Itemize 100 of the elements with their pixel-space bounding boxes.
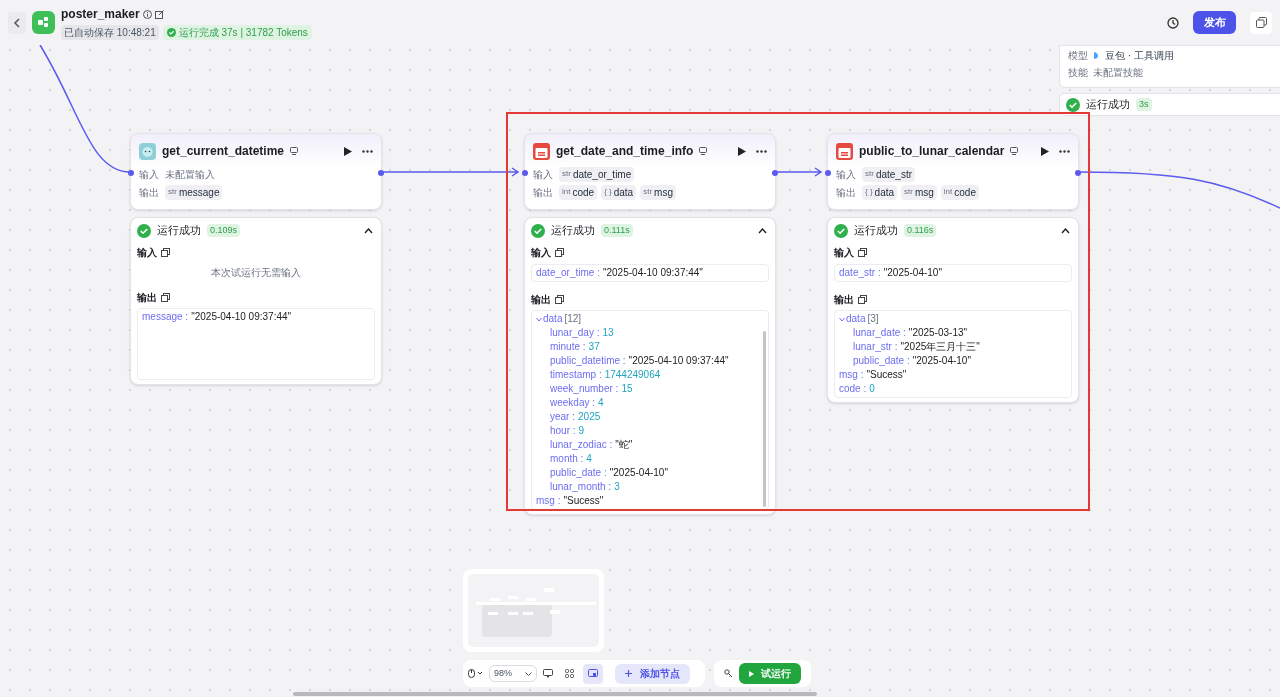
json-key: month :: [550, 452, 584, 466]
duplicate-button[interactable]: [1250, 11, 1272, 34]
back-button[interactable]: [8, 11, 26, 34]
copy-icon[interactable]: [161, 248, 170, 257]
more-icon[interactable]: [756, 149, 767, 153]
chevron-up-icon[interactable]: [1061, 227, 1070, 234]
json-value: "2025-04-10": [609, 466, 668, 480]
json-key: date_or_time :: [536, 266, 600, 280]
type-label: { }: [865, 186, 873, 198]
model-name: 豆包 · 工具调用: [1105, 49, 1174, 63]
play-icon[interactable]: [1041, 146, 1049, 156]
comment-icon[interactable]: [543, 669, 553, 678]
json-key: msg :: [536, 494, 561, 508]
grid-icon[interactable]: [565, 669, 574, 678]
minimap-toggle-button[interactable]: [583, 663, 603, 684]
success-check-icon: [834, 223, 848, 238]
io-label: 输入: [533, 167, 554, 182]
type-label: str: [865, 168, 874, 180]
mouse-icon[interactable]: [468, 669, 483, 678]
json-key: hour :: [550, 424, 576, 438]
node-card[interactable]: public_to_lunar_calendar 输入 str date_str 输出 { } data str msg int code: [827, 133, 1079, 210]
horizontal-scrollbar[interactable]: [293, 692, 817, 696]
edit-icon[interactable]: [154, 9, 164, 19]
app-logo-icon: [32, 11, 55, 34]
chevron-left-icon: [13, 17, 21, 28]
chevron-down-icon[interactable]: [536, 316, 542, 322]
input-port[interactable]: [128, 170, 134, 176]
json-value: 2025: [578, 410, 601, 424]
empty-input-text: 未配置输入: [165, 167, 215, 182]
copy-icon[interactable]: [858, 295, 867, 304]
run-status-text: 运行成功: [1086, 97, 1130, 113]
caret-icon: [525, 671, 532, 676]
json-value: 13: [602, 326, 614, 340]
type-label: str: [168, 186, 177, 198]
json-key: weekday :: [550, 396, 596, 410]
json-value: 4: [586, 452, 592, 466]
json-value: "2025-04-10": [912, 354, 971, 368]
output-port[interactable]: [772, 170, 778, 176]
json-value: "Sucess": [563, 494, 604, 508]
io-label: 输入: [139, 167, 160, 182]
json-value: "蛇": [615, 438, 633, 452]
input-port[interactable]: [522, 170, 528, 176]
json-value: "2025年三月十三": [900, 340, 980, 354]
json-key: lunar_day :: [550, 326, 600, 340]
calendar-icon: [533, 142, 550, 160]
json-value: "Sucess": [866, 368, 907, 382]
output-port[interactable]: [378, 170, 384, 176]
item-count: [12]: [564, 312, 582, 326]
scrollbar[interactable]: [763, 331, 766, 507]
success-check-icon: [166, 28, 176, 37]
history-icon[interactable]: [1167, 16, 1179, 29]
section-title: 输出: [834, 293, 854, 307]
robot-face-icon: [139, 142, 156, 160]
io-label: 输入: [836, 167, 857, 182]
add-node-button[interactable]: 添加节点: [615, 663, 690, 684]
json-key: lunar_str :: [853, 340, 898, 354]
section-title: 输入: [834, 246, 854, 260]
type-label: int: [562, 186, 571, 198]
plugin-icon: [1010, 147, 1019, 155]
more-icon[interactable]: [362, 149, 373, 153]
json-value: "2025-04-10 09:37:44": [628, 354, 729, 368]
param-name: date_or_time: [572, 167, 632, 182]
section-title: 输出: [531, 293, 551, 307]
duration-badge: 0.116s: [904, 223, 937, 238]
chevron-down-icon[interactable]: [839, 316, 845, 322]
copy-icon[interactable]: [555, 295, 564, 304]
play-icon[interactable]: [738, 146, 746, 156]
play-icon: [749, 670, 754, 677]
param-name: msg: [914, 185, 934, 200]
more-icon[interactable]: [1059, 149, 1070, 153]
section-title: 输出: [137, 291, 157, 305]
copy-icon[interactable]: [161, 293, 170, 302]
plus-icon: [625, 670, 632, 677]
type-label: { }: [604, 186, 612, 198]
json-value: 0: [869, 382, 875, 396]
play-icon[interactable]: [344, 146, 352, 156]
param-name: msg: [654, 185, 673, 200]
node-card[interactable]: get_date_and_time_info 输入 str date_or_time 输出 int code { } data str msg: [524, 133, 776, 210]
json-key: code :: [839, 382, 867, 396]
chevron-up-icon[interactable]: [758, 227, 767, 234]
json-value: "2025-04-10 09:37:44": [191, 310, 292, 324]
field-label: 模型: [1068, 49, 1088, 63]
param-name: message: [178, 185, 220, 200]
zoom-select[interactable]: 98%: [489, 665, 537, 682]
key-icon[interactable]: [724, 669, 733, 678]
autosave-label: 已自动保存 10:48:21: [61, 25, 159, 40]
type-label: int: [943, 186, 953, 198]
json-key: date_str :: [839, 266, 881, 280]
node-card[interactable]: get_current_datetime 输入 未配置输入 输出 str message: [130, 133, 382, 210]
output-port[interactable]: [1075, 170, 1081, 176]
json-value: 3: [614, 480, 620, 494]
input-port[interactable]: [825, 170, 831, 176]
node-title: get_date_and_time_info: [556, 143, 694, 160]
copy-icon[interactable]: [858, 248, 867, 257]
json-key: public_date :: [853, 354, 910, 368]
empty-input-note: 本次试运行无需输入: [210, 266, 302, 280]
success-check-icon: [137, 223, 151, 238]
chevron-up-icon[interactable]: [364, 227, 373, 234]
publish-button[interactable]: 发布: [1193, 11, 1236, 34]
copy-icon[interactable]: [555, 248, 564, 257]
